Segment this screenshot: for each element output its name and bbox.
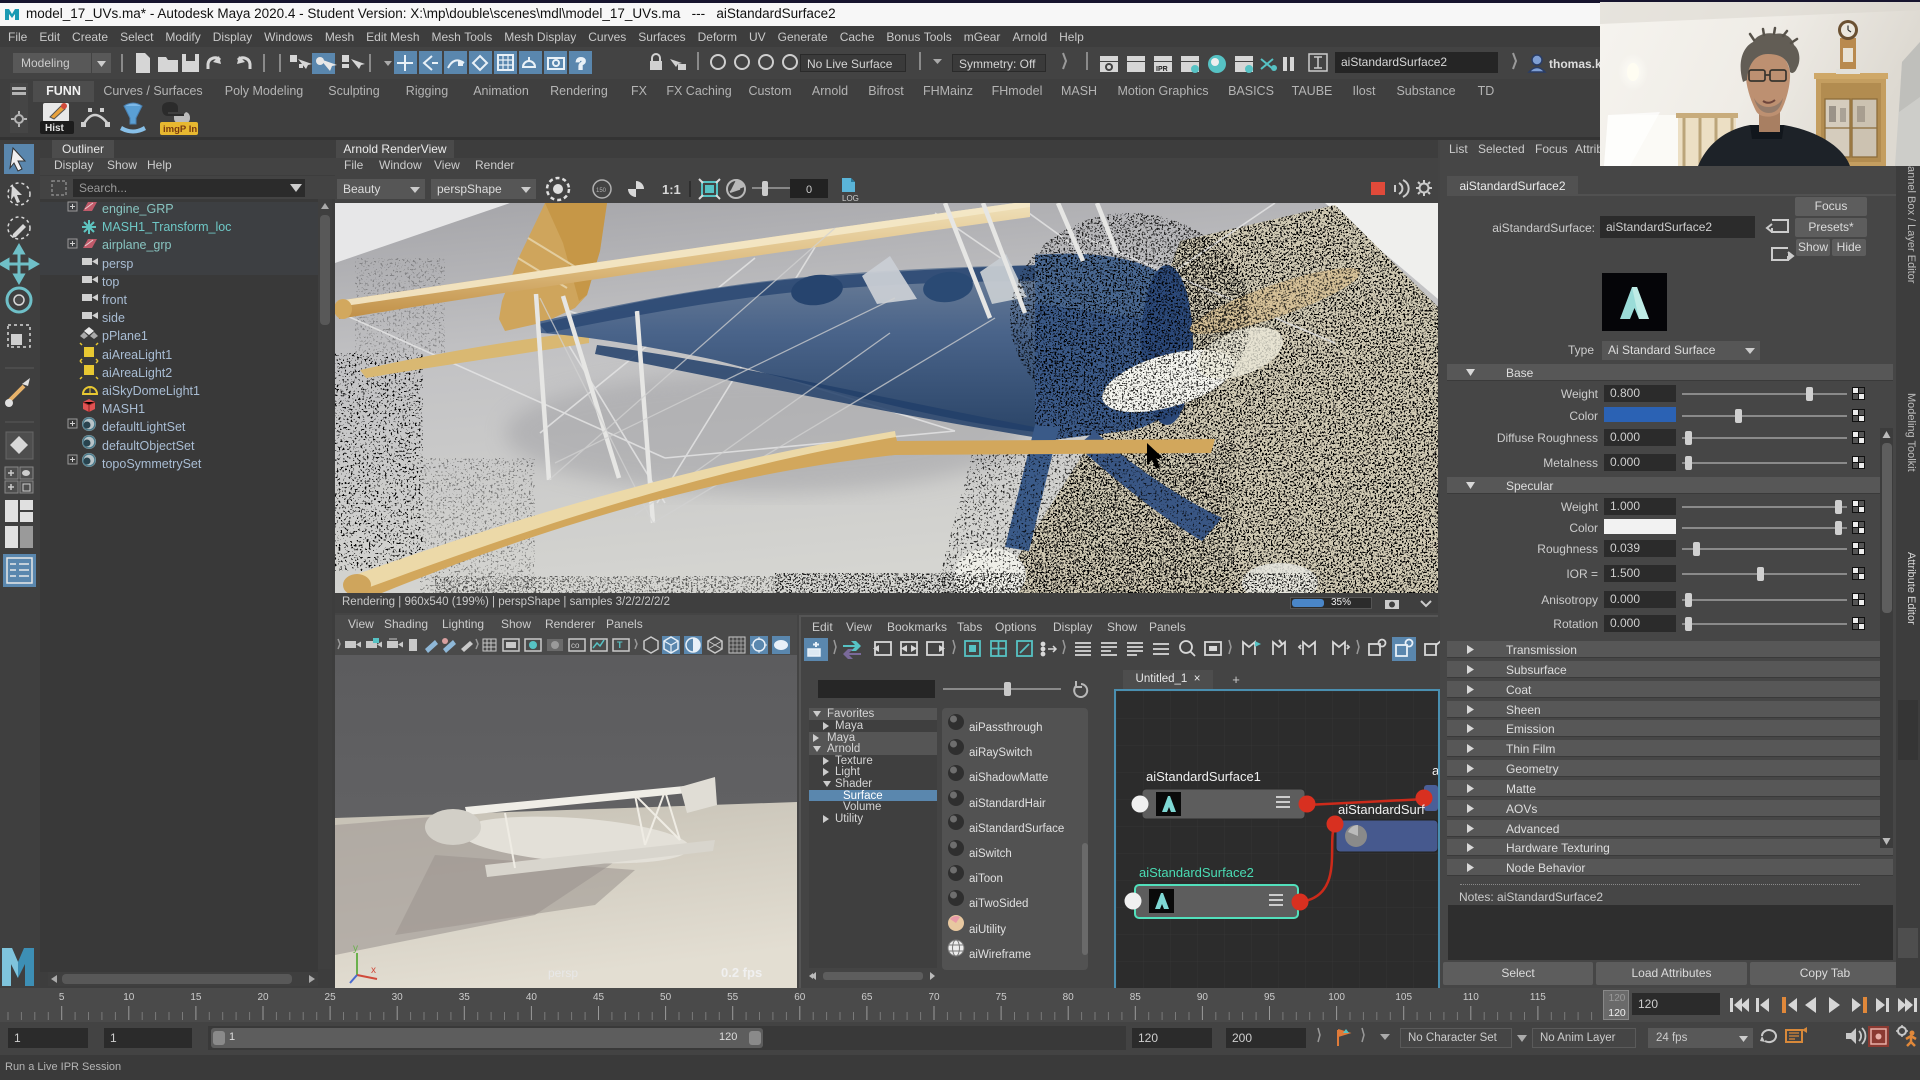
svg-text:110: 110 (1463, 992, 1479, 1003)
svg-text:55: 55 (727, 992, 739, 1003)
svg-text:30: 30 (392, 992, 404, 1003)
svg-text:50: 50 (660, 992, 672, 1003)
svg-text:70: 70 (928, 992, 940, 1003)
svg-text:20: 20 (257, 992, 269, 1003)
svg-text:IPR: IPR (1156, 66, 1168, 73)
svg-text:a: a (1432, 763, 1438, 778)
svg-text:imgP In: imgP In (163, 124, 197, 135)
svg-text:10: 10 (123, 992, 135, 1003)
svg-text:5: 5 (59, 992, 65, 1003)
svg-text:aiStandardSurface1: aiStandardSurface1 (1146, 769, 1261, 784)
svg-text:y: y (353, 943, 358, 954)
svg-text:40: 40 (526, 992, 538, 1003)
svg-text:Hist: Hist (45, 123, 65, 134)
svg-text:105: 105 (1395, 992, 1412, 1003)
svg-text:0: 0 (806, 184, 812, 196)
svg-text:35: 35 (459, 992, 471, 1003)
svg-text:co: co (571, 641, 580, 650)
svg-text:45: 45 (593, 992, 605, 1003)
svg-text:25: 25 (325, 992, 337, 1003)
svg-text:75: 75 (996, 992, 1008, 1003)
svg-text:90: 90 (1197, 992, 1209, 1003)
svg-text:x: x (371, 965, 376, 976)
svg-text:1:1: 1:1 (662, 182, 681, 197)
svg-text:150: 150 (596, 188, 607, 194)
svg-text:15: 15 (190, 992, 202, 1003)
svg-text:95: 95 (1264, 992, 1276, 1003)
svg-text:0.2 fps: 0.2 fps (721, 965, 762, 980)
svg-text:LOG: LOG (842, 194, 859, 203)
svg-text:65: 65 (861, 992, 873, 1003)
svg-text:60: 60 (794, 992, 806, 1003)
svg-text:80: 80 (1063, 992, 1075, 1003)
svg-text:115: 115 (1530, 992, 1546, 1003)
svg-text:?: ? (576, 56, 586, 73)
svg-text:100: 100 (1328, 992, 1345, 1003)
svg-text:T: T (617, 640, 623, 650)
svg-text:aiStandardSurf: aiStandardSurf (1338, 802, 1425, 817)
svg-text:85: 85 (1130, 992, 1142, 1003)
svg-text:aiStandardSurface2: aiStandardSurface2 (1139, 865, 1254, 880)
svg-text:persp: persp (548, 966, 578, 980)
